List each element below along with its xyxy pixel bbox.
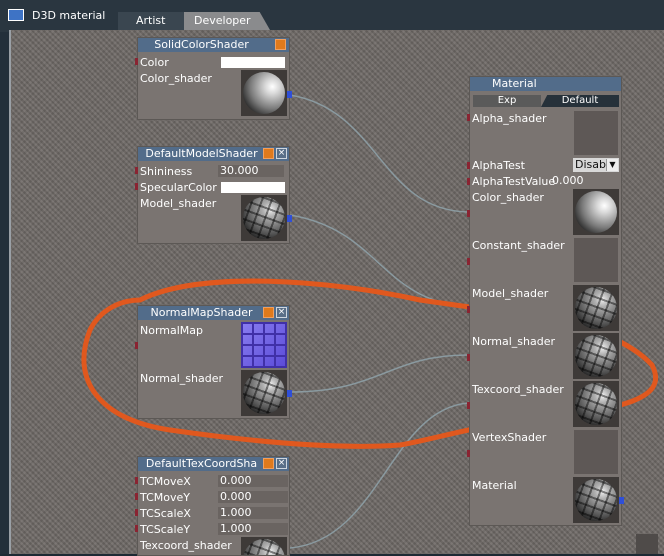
window-title: D3D material (32, 9, 106, 22)
shininess-input-port[interactable] (135, 167, 138, 174)
chevron-down-icon[interactable]: ▼ (606, 159, 618, 171)
constant-shader-slot[interactable] (573, 237, 619, 283)
alpha-test-label: AlphaTest (472, 159, 525, 172)
close-icon[interactable]: × (276, 307, 287, 318)
tcscaley-value[interactable]: 1.000 (218, 523, 288, 535)
close-icon[interactable]: × (276, 148, 287, 159)
shininess-label: Shininess (140, 165, 193, 178)
tcmovey-label: TCMoveY (140, 491, 190, 504)
node-title: Material (492, 77, 537, 90)
corner-panel (636, 534, 658, 554)
node-header[interactable]: Material (470, 77, 621, 91)
vertex-shader-slot[interactable] (573, 429, 619, 475)
tcmovex-value[interactable]: 0.000 (218, 475, 288, 487)
tcscalex-value[interactable]: 1.000 (218, 507, 288, 519)
color-shader-label: Color_shader (472, 191, 544, 204)
material-preview (573, 477, 619, 523)
tab-default[interactable]: Default (541, 95, 619, 107)
normal-map-input-port[interactable] (135, 342, 138, 349)
solid-color-shader-node[interactable]: SolidColorShader Color Color_shader (135, 37, 292, 120)
tcscalex-label: TCScaleX (140, 507, 191, 520)
node-title: DefaultTexCoordSha (145, 457, 258, 470)
alpha-shader-slot[interactable] (573, 110, 619, 156)
alpha-test-input-port[interactable] (467, 162, 470, 169)
model-shader-preview (241, 195, 287, 241)
color-shader-output-port[interactable] (287, 91, 292, 98)
color-shader-preview (241, 70, 287, 116)
vertex-shader-input-port[interactable] (467, 450, 470, 457)
texcoord-shader-preview (241, 537, 287, 555)
color-label: Color (140, 56, 169, 69)
node-header[interactable]: DefaultModelShader × (138, 147, 289, 161)
tcscaley-input-port[interactable] (135, 525, 138, 532)
tcscaley-label: TCScaleY (140, 523, 191, 536)
normal-map-texture[interactable] (241, 322, 287, 368)
color-input-port[interactable] (135, 58, 138, 65)
model-shader-label: Model_shader (472, 287, 549, 300)
node-title: SolidColorShader (154, 38, 249, 51)
normal-shader-output-port[interactable] (287, 390, 292, 397)
texcoord-shader-label: Texcoord_shader (472, 383, 564, 396)
vertex-shader-label: VertexShader (472, 431, 547, 444)
material-node[interactable]: Material Exp Default Alpha_shader AlphaT… (467, 76, 624, 526)
normal-shader-label: Normal_shader (472, 335, 556, 348)
texcoord-shader-input-port[interactable] (467, 402, 470, 409)
normal-shader-preview (573, 333, 619, 379)
default-texcoord-shader-node[interactable]: DefaultTexCoordSha × TCMoveX 0.000 TCMov… (135, 456, 290, 556)
normal-map-shader-node[interactable]: NormalMapShader × NormalMap Normal_shade… (135, 305, 292, 419)
shininess-value[interactable]: 30.000 (218, 165, 284, 177)
material-output-port[interactable] (619, 497, 624, 504)
tcmovex-label: TCMoveX (140, 475, 191, 488)
tcmovex-input-port[interactable] (135, 477, 138, 484)
material-sub-tabs: Exp Default (470, 95, 621, 107)
tcmovey-input-port[interactable] (135, 493, 138, 500)
preview-toggle-button[interactable] (263, 148, 274, 159)
preview-toggle-button[interactable] (263, 307, 274, 318)
normal-shader-label: Normal_shader (140, 372, 224, 385)
material-output-label: Material (472, 479, 517, 492)
color-shader-label: Color_shader (140, 72, 212, 85)
texcoord-shader-preview (573, 381, 619, 427)
alpha-shader-input-port[interactable] (467, 114, 470, 121)
tcmovey-value[interactable]: 0.000 (218, 491, 288, 503)
alpha-test-value[interactable]: 0.000 (550, 175, 618, 187)
node-title: NormalMapShader (150, 306, 253, 319)
specular-color-label: SpecularColor (140, 181, 217, 194)
alpha-test-selected: Disabl (575, 158, 610, 171)
node-header[interactable]: SolidColorShader (138, 38, 289, 52)
node-header[interactable]: NormalMapShader × (138, 306, 289, 320)
default-model-shader-node[interactable]: DefaultModelShader × Shininess 30.000 Sp… (135, 146, 292, 244)
tcscalex-input-port[interactable] (135, 509, 138, 516)
node-header[interactable]: DefaultTexCoordSha × (138, 457, 289, 471)
alpha-test-value-input-port[interactable] (467, 178, 470, 185)
constant-shader-input-port[interactable] (467, 258, 470, 265)
texcoord-shader-label: Texcoord_shader (140, 539, 232, 552)
model-shader-output-port[interactable] (287, 215, 292, 222)
alpha-shader-label: Alpha_shader (472, 112, 547, 125)
alpha-test-dropdown[interactable]: Disabl ▼ (573, 158, 619, 172)
alpha-test-value-label: AlphaTestValue (472, 175, 556, 188)
node-title: DefaultModelShader (145, 147, 258, 160)
model-shader-input-port[interactable] (467, 306, 470, 313)
title-bar: D3D material Artist Developer (0, 0, 664, 32)
color-swatch[interactable] (221, 57, 285, 68)
color-shader-preview (573, 189, 619, 235)
specular-input-port[interactable] (135, 183, 138, 190)
tab-exp[interactable]: Exp (473, 95, 541, 107)
constant-shader-label: Constant_shader (472, 239, 565, 252)
normal-map-label: NormalMap (140, 324, 204, 337)
tab-developer[interactable]: Developer (184, 12, 270, 30)
specular-color-swatch[interactable] (221, 182, 285, 193)
window-icon (8, 9, 24, 21)
color-shader-input-port[interactable] (467, 210, 470, 217)
close-icon[interactable]: × (276, 458, 287, 469)
preview-toggle-button[interactable] (263, 458, 274, 469)
normal-shader-preview (241, 370, 287, 416)
preview-toggle-button[interactable] (275, 39, 286, 50)
model-shader-label: Model_shader (140, 197, 217, 210)
normal-shader-input-port[interactable] (467, 354, 470, 361)
model-shader-preview (573, 285, 619, 331)
